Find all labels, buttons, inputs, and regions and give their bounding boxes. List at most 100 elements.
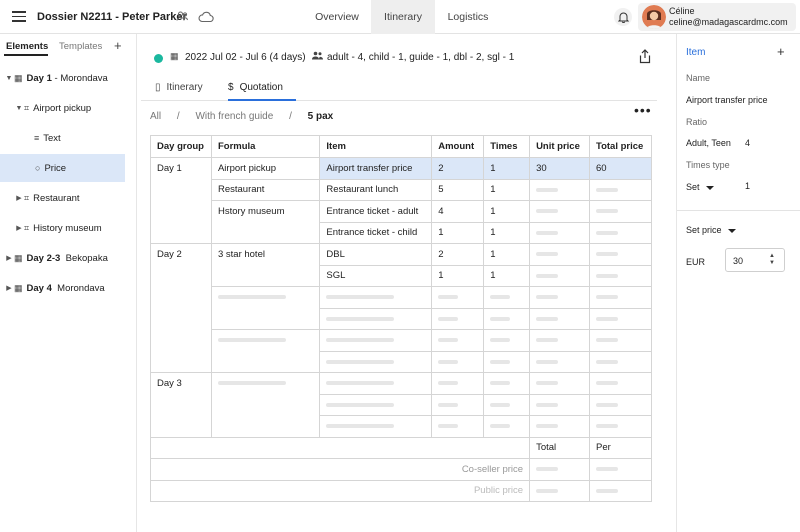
amount-cell: 1 xyxy=(431,264,485,287)
placeholder-cell xyxy=(588,350,653,373)
tab-overview[interactable]: Overview xyxy=(308,0,366,34)
chevron-right-icon[interactable]: ▶ xyxy=(4,254,14,262)
col-amount: Amount xyxy=(431,135,485,158)
times-type-select[interactable]: Set xyxy=(686,182,714,192)
breadcrumb-all[interactable]: All xyxy=(150,111,161,122)
item-cell[interactable]: DBL xyxy=(319,243,433,266)
times-cell: 1 xyxy=(483,243,531,266)
user-menu[interactable]: Céline celine@madagascardmc.com xyxy=(638,3,796,31)
panel-tabs: Elements Templates + xyxy=(0,34,137,60)
tree-item-airport-pickup[interactable]: ▼ ⌗ Airport pickup xyxy=(0,94,125,122)
main-content: ▦ 2022 Jul 02 - Jul 6 (4 days) adult - 4… xyxy=(141,34,671,532)
set-price-label: Set price xyxy=(686,225,722,235)
placeholder-cell xyxy=(529,243,590,266)
share-icon[interactable] xyxy=(638,49,654,65)
chevron-down-icon[interactable]: ▼ xyxy=(14,105,24,112)
chevron-right-icon[interactable]: ▶ xyxy=(14,194,24,202)
name-value[interactable]: Airport transfer price xyxy=(686,95,768,105)
placeholder-cell xyxy=(483,415,531,438)
item-cell[interactable]: Entrance ticket - adult xyxy=(319,200,433,223)
tab-logistics[interactable]: Logistics xyxy=(440,0,496,34)
bell-icon[interactable] xyxy=(614,8,632,26)
placeholder-cell xyxy=(210,286,321,330)
tree-item-label: History museum xyxy=(33,222,102,234)
item-cell[interactable]: Restaurant lunch xyxy=(319,178,433,201)
tree-item-text[interactable]: ≡ Text xyxy=(0,124,125,152)
chevron-right-icon[interactable]: ▶ xyxy=(14,224,24,232)
table-row[interactable] xyxy=(151,329,653,373)
total-row: Total Per xyxy=(149,436,653,459)
table-row[interactable]: Hstory museum Entrance ticket - adult 4 … xyxy=(151,200,653,244)
set-price-select[interactable]: Set price xyxy=(686,225,736,235)
tree-day-1[interactable]: ▼ ▦ Day 1 - Morondava xyxy=(0,64,125,92)
tree-item-restaurant[interactable]: ▶ ⌗ Restaurant xyxy=(0,184,125,212)
item-cell[interactable]: Airport transfer price xyxy=(319,157,433,180)
map-icon: ▯ xyxy=(155,82,161,93)
tab-itinerary[interactable]: Itinerary xyxy=(371,0,435,34)
coseller-price-label: Co-seller price xyxy=(149,458,531,481)
col-formula: Formula xyxy=(210,135,321,158)
col-day-group: Day group xyxy=(150,135,212,158)
breadcrumb-french-guide[interactable]: With french guide xyxy=(195,111,273,122)
placeholder-cell xyxy=(431,329,485,352)
tab-templates[interactable]: Templates xyxy=(59,41,102,52)
placeholder-cell xyxy=(588,178,653,201)
tree-item-history-museum[interactable]: ▶ ⌗ History museum xyxy=(0,214,125,242)
times-value[interactable]: 1 xyxy=(745,181,750,191)
add-element-button[interactable]: + xyxy=(114,38,122,53)
tree-item-price[interactable]: ○ Price xyxy=(0,154,125,182)
day-group-cell: Day 1 xyxy=(150,157,212,244)
table-row[interactable]: Restaurant Restaurant lunch 5 1 xyxy=(151,178,653,201)
table-row[interactable]: Day 3 xyxy=(150,372,653,438)
placeholder-cell xyxy=(588,307,653,330)
formula-cell: Airport pickup xyxy=(210,157,321,180)
stepper-icon[interactable]: ▲ ▼ xyxy=(769,253,775,267)
chevron-down-icon[interactable]: ▼ xyxy=(4,75,14,82)
col-item: Item xyxy=(319,135,433,158)
col-times: Times xyxy=(483,135,531,158)
tree-day-4[interactable]: ▶ ▦ Day 4 Morondava xyxy=(0,274,125,302)
placeholder-cell xyxy=(588,264,653,287)
table-row[interactable] xyxy=(151,286,653,330)
ratio-value[interactable]: 4 xyxy=(745,138,750,148)
item-cell[interactable]: Entrance ticket - child xyxy=(319,221,433,244)
pax-summary: adult - 4, child - 1, guide - 1, dbl - 2… xyxy=(327,52,515,63)
formula-cell: Hstory museum xyxy=(210,200,321,244)
dollar-icon: $ xyxy=(228,82,234,93)
currency-label: EUR xyxy=(686,257,706,267)
spacer-cell xyxy=(149,436,531,459)
unit-price-cell: 30 xyxy=(529,157,590,180)
placeholder-cell xyxy=(529,221,590,244)
chevron-right-icon[interactable]: ▶ xyxy=(4,284,14,292)
placeholder-cell xyxy=(431,415,485,438)
table-row[interactable]: Day 1 Airport pickup Airport transfer pr… xyxy=(150,157,653,244)
more-options-button[interactable]: ••• xyxy=(634,102,652,118)
public-price-label: Public price xyxy=(149,479,531,502)
add-item-button[interactable]: + xyxy=(777,44,785,59)
tab-elements[interactable]: Elements xyxy=(6,41,48,52)
formula-cell: Restaurant xyxy=(210,178,321,201)
tree-day-2-3[interactable]: ▶ ▦ Day 2-3 Bekopaka xyxy=(0,244,125,272)
menu-icon[interactable] xyxy=(12,11,26,22)
calendar-icon: ▦ xyxy=(170,51,179,61)
tree-place-label: Morondava xyxy=(51,282,105,294)
breadcrumb-separator: / xyxy=(289,111,292,122)
placeholder-cell xyxy=(588,415,653,438)
price-input[interactable]: 30 ▲ ▼ xyxy=(725,248,785,272)
table-row[interactable]: Day 2 3 star hotel DBL 2 1 xyxy=(150,243,653,373)
placeholder-cell xyxy=(529,264,590,287)
times-cell: 1 xyxy=(483,264,531,287)
item-cell[interactable]: SGL xyxy=(319,264,433,287)
user-name: Céline xyxy=(669,6,695,16)
tab-quotation[interactable]: $ Quotation xyxy=(228,82,283,93)
placeholder-cell xyxy=(588,200,653,223)
placeholder-cell xyxy=(529,286,590,309)
tree-item-label: Text xyxy=(43,132,61,144)
people-icon[interactable] xyxy=(176,10,189,23)
tab-itinerary-view[interactable]: ▯ Itinerary xyxy=(155,82,203,93)
placeholder-cell xyxy=(431,286,485,309)
cloud-icon[interactable] xyxy=(198,10,214,23)
total-label: Total xyxy=(529,436,590,459)
placeholder-cell xyxy=(483,329,531,352)
ratio-label: Ratio xyxy=(686,117,708,127)
